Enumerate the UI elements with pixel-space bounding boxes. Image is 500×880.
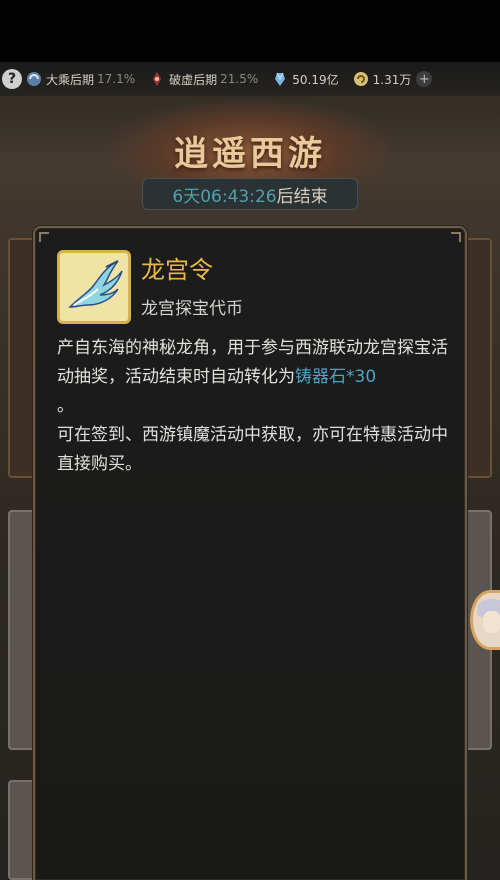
- realm-stat-1-pct: 17.1%: [97, 72, 136, 86]
- swirl-coin-icon: [353, 72, 368, 86]
- frame-corner-ornament: [39, 232, 49, 242]
- event-timer: 6天06:43:26 后结束: [142, 178, 358, 210]
- timer-suffix: 后结束: [276, 186, 328, 207]
- realm-orb-icon: [27, 72, 41, 86]
- event-banner: 逍遥西游: [110, 100, 390, 190]
- description-text: 产自东海的神秘龙角，用于参与西游联动龙宫探宝活动抽奖，活动结束时自动转化为: [57, 338, 448, 387]
- description-paragraph-2: 可在签到、西游镇魔活动中获取，亦可在特惠活动中直接购买。: [57, 425, 448, 474]
- timer-value: 6天06:43:26: [172, 186, 277, 207]
- realm-stat-1[interactable]: 大乘后期 17.1%: [26, 71, 135, 88]
- item-detail-dialog: 龙宫令 龙宫探宝代币 产自东海的神秘龙角，用于参与西游联动龙宫探宝活动抽奖，活动…: [33, 226, 467, 880]
- crimson-flame-icon: [153, 72, 162, 86]
- status-bar: ? 大乘后期 17.1% 破虚后期 21.5% 50.19亿 1.31万 +: [0, 62, 500, 96]
- currency-value: 1.31万: [372, 72, 412, 87]
- realm-stat-2-pct: 21.5%: [220, 72, 259, 86]
- realm-stat-1-label: 大乘后期: [46, 72, 95, 87]
- add-currency-button[interactable]: +: [416, 71, 433, 87]
- spirit-stone-value: 50.19亿: [292, 72, 339, 87]
- description-paragraph-1: 产自东海的神秘龙角，用于参与西游联动龙宫探宝活动抽奖，活动结束时自动转化为铸器石…: [57, 334, 451, 421]
- event-title: 逍遥西游: [174, 134, 326, 174]
- help-button[interactable]: ?: [2, 69, 22, 89]
- currency-stat[interactable]: 1.31万 +: [353, 71, 433, 88]
- item-subtitle: 龙宫探宝代币: [141, 299, 243, 319]
- spirit-stone-stat[interactable]: 50.19亿: [272, 71, 339, 88]
- item-description: 产自东海的神秘龙角，用于参与西游联动龙宫探宝活动抽奖，活动结束时自动转化为铸器石…: [57, 334, 451, 479]
- item-icon-frame: [57, 250, 131, 324]
- realm-stat-2-label: 破虚后期: [169, 72, 218, 87]
- description-end-punct: 。: [57, 396, 74, 416]
- avatar-face: [483, 611, 500, 633]
- frame-corner-ornament: [451, 232, 461, 242]
- top-black-bar: [0, 0, 500, 62]
- dragon-horn-icon: [68, 260, 123, 308]
- item-name: 龙宫令: [141, 256, 213, 284]
- reward-link[interactable]: 铸器石*30: [295, 367, 376, 387]
- realm-stat-2[interactable]: 破虚后期 21.5%: [149, 71, 258, 88]
- spirit-stone-icon: [275, 72, 286, 86]
